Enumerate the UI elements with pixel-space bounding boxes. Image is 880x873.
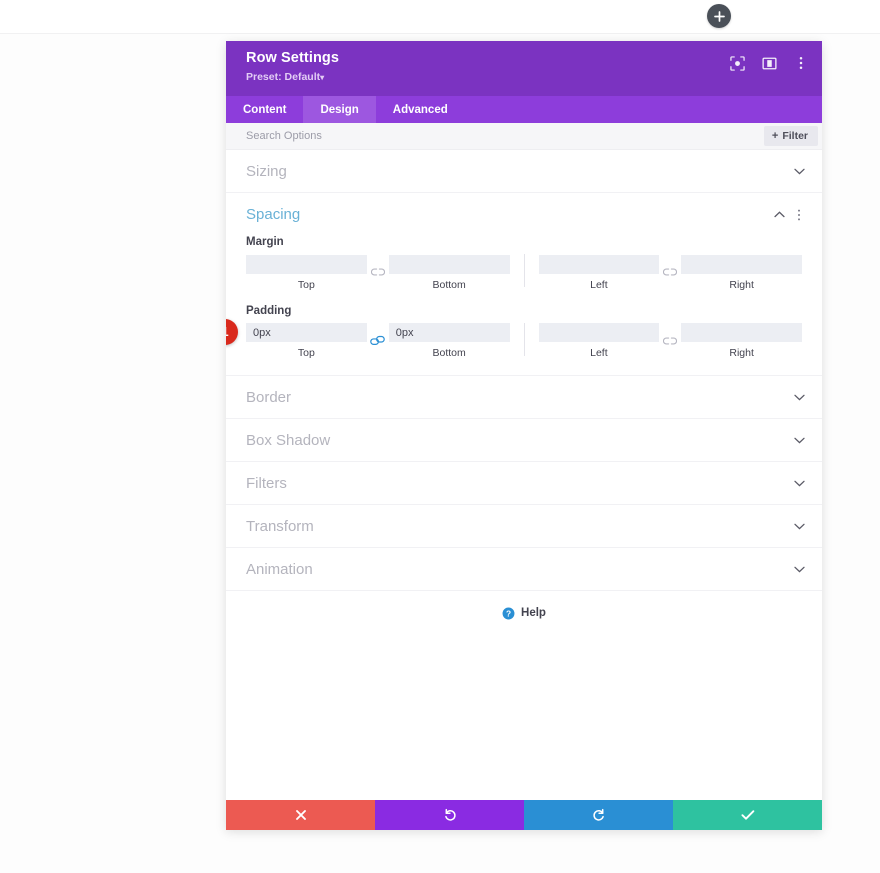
plus-icon (713, 10, 725, 22)
tab-advanced[interactable]: Advanced (376, 96, 465, 123)
checkmark-icon (740, 810, 754, 820)
save-button[interactable] (673, 800, 822, 830)
margin-top-input[interactable] (246, 254, 367, 274)
page-top-band (0, 0, 880, 33)
padding-inputs-row: 1 Top Bottom (226, 318, 822, 359)
divider (523, 322, 525, 356)
section-label-transform: Transform (246, 517, 314, 535)
filter-label: Filter (782, 130, 808, 142)
margin-top-field-wrap: Top (246, 254, 367, 291)
padding-left-right-group: Left Right (538, 323, 802, 359)
chevron-down-icon (792, 476, 806, 490)
preset-selector[interactable]: Preset: Default▾ (246, 71, 324, 84)
section-options-more-icon[interactable] (792, 209, 806, 221)
discard-button[interactable] (226, 800, 375, 830)
margin-left-field-wrap: Left (538, 254, 660, 291)
modal-footer (226, 800, 822, 830)
redo-button[interactable] (524, 800, 673, 830)
padding-top-sublabel: Top (297, 347, 315, 359)
margin-top-bottom-group: Top Bottom (246, 254, 510, 291)
margin-right-sublabel: Right (729, 278, 754, 291)
divider (523, 254, 525, 287)
margin-right-input[interactable] (681, 254, 802, 274)
filter-button[interactable]: + Filter (763, 126, 818, 146)
padding-top-bottom-group: Top Bottom (246, 323, 510, 359)
section-label-animation: Animation (246, 560, 313, 578)
chevron-down-icon (792, 433, 806, 447)
page-title: Row Settings (246, 50, 340, 66)
padding-bottom-sublabel: Bottom (432, 347, 466, 359)
padding-right-input[interactable] (681, 323, 802, 342)
padding-right-sublabel: Right (729, 347, 754, 359)
padding-top-input[interactable] (246, 323, 367, 342)
section-label-spacing: Spacing (246, 206, 301, 223)
redo-arrow-icon (592, 808, 604, 821)
margin-label: Margin (246, 236, 284, 248)
section-transform[interactable]: Transform (226, 505, 822, 548)
padding-left-field-wrap: Left (538, 323, 660, 359)
padding-left-sublabel: Left (590, 347, 608, 359)
help-button[interactable]: ? Help (226, 591, 822, 635)
preset-label: Preset: Default (246, 71, 321, 83)
chevron-up-icon[interactable] (772, 208, 786, 222)
tab-content[interactable]: Content (226, 96, 303, 123)
settings-panel-body: Sizing Spacing Margin Top Bottom Left Ri… (226, 150, 822, 800)
row-settings-modal: Row Settings Preset: Default▾ Content De… (226, 41, 822, 830)
section-box-shadow[interactable]: Box Shadow (226, 419, 822, 462)
focus-target-icon[interactable] (728, 54, 746, 72)
chevron-down-icon: ▾ (320, 73, 325, 82)
search-bar: + Filter (226, 123, 822, 150)
section-label-filters: Filters (246, 474, 287, 492)
chevron-down-icon (792, 519, 806, 533)
margin-left-input[interactable] (538, 254, 660, 274)
undo-arrow-icon (444, 808, 456, 821)
chevron-down-icon (792, 164, 806, 178)
broken-link-icon[interactable] (367, 263, 389, 282)
margin-left-sublabel: Left (590, 278, 608, 291)
step-badge-1: 1 (226, 318, 238, 345)
chevron-down-icon (792, 562, 806, 576)
close-x-icon (295, 810, 306, 820)
tab-design[interactable]: Design (303, 96, 376, 123)
undo-button[interactable] (375, 800, 524, 830)
section-sizing[interactable]: Sizing (226, 150, 822, 193)
padding-bottom-input[interactable] (388, 323, 510, 342)
search-input[interactable] (246, 130, 646, 142)
section-label-box-shadow: Box Shadow (246, 431, 331, 449)
broken-link-icon[interactable] (659, 331, 681, 350)
margin-left-right-group: Left Right (538, 254, 802, 291)
svg-text:?: ? (506, 608, 511, 618)
margin-right-field-wrap: Right (681, 254, 802, 291)
add-module-button[interactable] (707, 4, 731, 28)
help-label: Help (521, 607, 546, 619)
modal-header: Row Settings Preset: Default▾ (226, 41, 822, 96)
padding-label: Padding (246, 304, 292, 317)
section-animation[interactable]: Animation (226, 548, 822, 591)
broken-link-icon[interactable] (659, 263, 681, 282)
padding-bottom-field-wrap: Bottom (388, 323, 510, 359)
padding-left-input[interactable] (538, 323, 660, 342)
section-label-sizing: Sizing (246, 162, 287, 180)
more-vertical-icon[interactable] (792, 54, 810, 72)
section-label-border: Border (246, 388, 292, 406)
linked-chain-icon[interactable] (367, 331, 389, 350)
padding-right-field-wrap: Right (681, 323, 802, 359)
margin-bottom-sublabel: Bottom (432, 278, 466, 291)
plus-icon: + (771, 130, 779, 142)
margin-inputs-row: Top Bottom Left Right (226, 254, 822, 291)
chevron-down-icon (792, 390, 806, 404)
section-spacing: Spacing Margin Top Bottom Left Right Pad… (226, 193, 822, 376)
section-filters[interactable]: Filters (226, 462, 822, 505)
section-spacing-header[interactable]: Spacing (226, 193, 822, 236)
section-border[interactable]: Border (226, 376, 822, 419)
margin-bottom-field-wrap: Bottom (388, 254, 510, 291)
margin-bottom-input[interactable] (388, 254, 510, 274)
layout-panel-icon[interactable] (760, 54, 778, 72)
margin-top-sublabel: Top (297, 278, 315, 291)
header-icon-group (728, 54, 810, 72)
tab-bar: Content Design Advanced (226, 96, 822, 123)
help-question-icon: ? (502, 607, 515, 619)
padding-top-field-wrap: Top (246, 323, 367, 359)
